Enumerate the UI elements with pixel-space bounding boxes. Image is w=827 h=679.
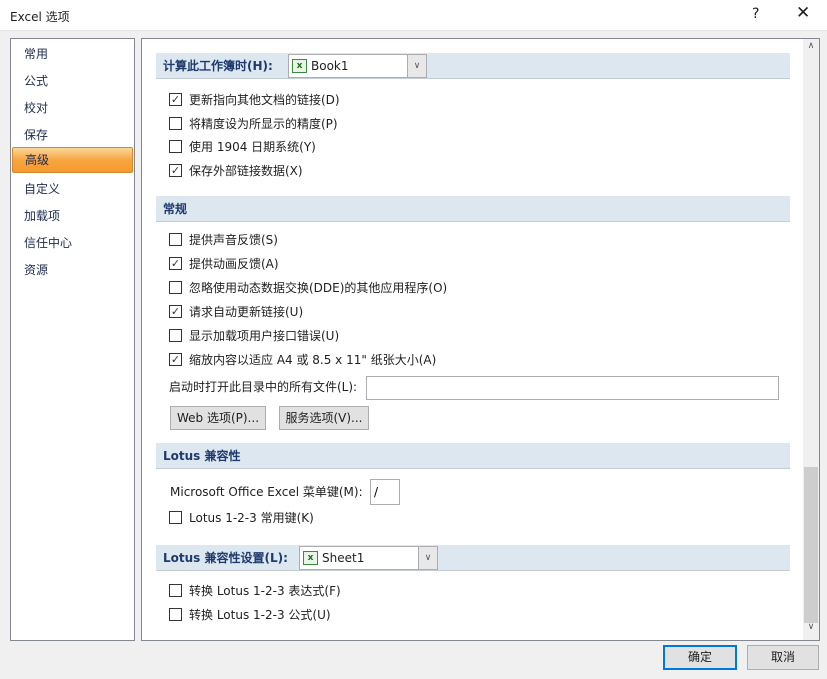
nav-item-advanced[interactable]: 高级 — [12, 147, 133, 173]
checkbox-label: 显示加载项用户接口错误(U) — [189, 329, 340, 343]
checkbox-ignore-dde[interactable]: 忽略使用动态数据交换(DDE)的其他应用程序(O) — [169, 279, 447, 297]
scroll-down-icon[interactable]: ∨ — [803, 622, 819, 638]
menu-key-label: Microsoft Office Excel 菜单键(M): — [170, 485, 363, 499]
web-options-button[interactable]: Web 选项(P)... — [170, 406, 266, 430]
nav-item-general[interactable]: 常用 — [11, 41, 134, 67]
checkbox-label: 更新指向其他文档的链接(D) — [189, 93, 340, 107]
chevron-down-icon[interactable]: ∨ — [418, 547, 437, 569]
checkbox[interactable] — [169, 140, 182, 153]
nav-item-customize[interactable]: 自定义 — [11, 176, 134, 202]
section-general: 常规 — [156, 196, 790, 222]
excel-workbook-icon: x — [292, 59, 307, 73]
checkbox-lotus-formulas[interactable]: 转换 Lotus 1-2-3 公式(U) — [169, 606, 331, 624]
checkbox[interactable] — [169, 584, 182, 597]
nav-item-trust-center[interactable]: 信任中心 — [11, 230, 134, 256]
excel-sheet-icon: x — [303, 551, 318, 565]
nav-item-addins[interactable]: 加载项 — [11, 203, 134, 229]
checkbox-ask-update[interactable]: 请求自动更新链接(U) — [169, 303, 303, 321]
checkbox[interactable] — [169, 164, 182, 177]
checkbox-label: 保存外部链接数据(X) — [189, 164, 303, 178]
checkbox-addin-errors[interactable]: 显示加载项用户接口错误(U) — [169, 327, 339, 345]
sheet-select[interactable]: x Sheet1 ∨ — [299, 546, 438, 570]
startup-folder-input[interactable] — [366, 376, 779, 400]
sheet-select-value: Sheet1 — [322, 551, 365, 565]
checkbox[interactable] — [169, 353, 182, 366]
checkbox[interactable] — [169, 281, 182, 294]
checkbox[interactable] — [169, 511, 182, 524]
cancel-button[interactable]: 取消 — [747, 645, 819, 670]
checkbox-save-external[interactable]: 保存外部链接数据(X) — [169, 162, 303, 180]
checkbox[interactable] — [169, 117, 182, 130]
section-label: Lotus 兼容性设置(L): — [163, 551, 288, 565]
checkbox-label: 使用 1904 日期系统(Y) — [189, 140, 316, 154]
checkbox-label: Lotus 1-2-3 常用键(K) — [189, 511, 314, 525]
workbook-select-value: Book1 — [311, 59, 349, 73]
checkbox-label: 缩放内容以适应 A4 或 8.5 x 11" 纸张大小(A) — [189, 353, 437, 367]
nav-item-resources[interactable]: 资源 — [11, 257, 134, 283]
service-options-button[interactable]: 服务选项(V)... — [279, 406, 369, 430]
checkbox[interactable] — [169, 305, 182, 318]
checkbox-label: 提供声音反馈(S) — [189, 233, 278, 247]
nav-item-save[interactable]: 保存 — [11, 122, 134, 148]
checkbox-scale-a4[interactable]: 缩放内容以适应 A4 或 8.5 x 11" 纸张大小(A) — [169, 351, 436, 369]
vertical-scrollbar[interactable]: ∧ ∨ — [803, 39, 819, 640]
window-title: Excel 选项 — [10, 10, 70, 24]
section-workbook: 计算此工作簿时(H): x Book1 ∨ — [156, 53, 790, 79]
checkbox-1904[interactable]: 使用 1904 日期系统(Y) — [169, 138, 316, 156]
checkbox-label: 提供动画反馈(A) — [189, 257, 279, 271]
title-bar: Excel 选项 ? ✕ — [0, 0, 827, 31]
checkbox[interactable] — [169, 93, 182, 106]
scroll-up-icon[interactable]: ∧ — [803, 41, 819, 57]
checkbox-label: 请求自动更新链接(U) — [189, 305, 304, 319]
checkbox-sound[interactable]: 提供声音反馈(S) — [169, 231, 278, 249]
checkbox[interactable] — [169, 257, 182, 270]
checkbox-label: 转换 Lotus 1-2-3 公式(U) — [189, 608, 331, 622]
checkbox-precision[interactable]: 将精度设为所显示的精度(P) — [169, 115, 338, 133]
checkbox[interactable] — [169, 329, 182, 342]
section-lotus: Lotus 兼容性 — [156, 443, 790, 469]
startup-label: 启动时打开此目录中的所有文件(L): — [169, 380, 358, 394]
nav-item-proofing[interactable]: 校对 — [11, 95, 134, 121]
scrollbar-thumb[interactable] — [804, 467, 818, 623]
checkbox-label: 忽略使用动态数据交换(DDE)的其他应用程序(O) — [189, 281, 448, 295]
sidebar-nav: 常用 公式 校对 保存 高级 自定义 加载项 信任中心 资源 — [10, 38, 135, 641]
menu-key-input[interactable] — [370, 479, 400, 505]
checkbox-update-links[interactable]: 更新指向其他文档的链接(D) — [169, 91, 340, 109]
workbook-select[interactable]: x Book1 ∨ — [288, 54, 427, 78]
checkbox-lotus-expressions[interactable]: 转换 Lotus 1-2-3 表达式(F) — [169, 582, 341, 600]
ok-button[interactable]: 确定 — [663, 645, 737, 670]
checkbox[interactable] — [169, 233, 182, 246]
checkbox-animation[interactable]: 提供动画反馈(A) — [169, 255, 279, 273]
help-button[interactable]: ? — [752, 6, 759, 22]
checkbox-label: 转换 Lotus 1-2-3 表达式(F) — [189, 584, 341, 598]
options-panel: 计算此工作簿时(H): x Book1 ∨ 更新指向其他文档的链接(D) 将精度… — [141, 38, 820, 641]
section-label: 计算此工作簿时(H): — [163, 59, 273, 73]
checkbox-label: 将精度设为所显示的精度(P) — [189, 117, 338, 131]
chevron-down-icon[interactable]: ∨ — [407, 55, 426, 77]
checkbox[interactable] — [169, 608, 182, 621]
checkbox-lotus-keys[interactable]: Lotus 1-2-3 常用键(K) — [169, 509, 314, 527]
nav-item-formulas[interactable]: 公式 — [11, 68, 134, 94]
section-lotus-settings: Lotus 兼容性设置(L): x Sheet1 ∨ — [156, 545, 790, 571]
close-button[interactable]: ✕ — [796, 3, 810, 23]
